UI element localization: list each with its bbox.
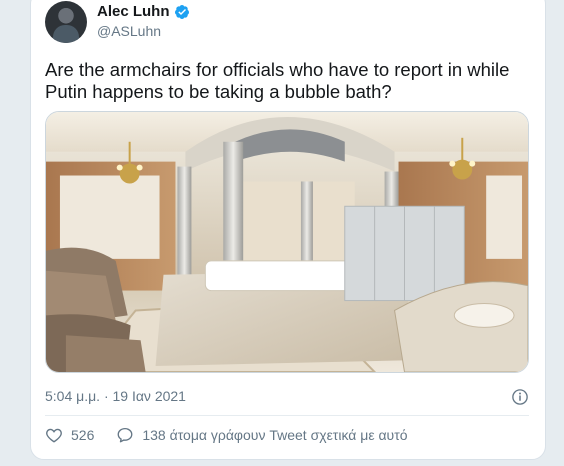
heart-icon <box>46 428 62 443</box>
verified-badge-icon <box>174 4 189 19</box>
tweet-image[interactable] <box>45 111 529 373</box>
tweet-timestamp[interactable]: 5:04 μ.μ. · 19 Ιαν 2021 <box>45 388 186 404</box>
tweet-text: Are the armchairs for officials who have… <box>45 59 510 102</box>
author-handle[interactable]: @ASLuhn <box>97 23 161 39</box>
conversation-label: 138 άτομα γράφουν Tweet σχετικά με αυτό <box>142 427 408 443</box>
author-name-row[interactable]: Alec Luhn <box>97 3 190 20</box>
tweet-header: Alec Luhn @ASLuhn <box>45 1 525 51</box>
conversation-button[interactable]: 138 άτομα γράφουν Tweet σχετικά με αυτό <box>116 426 408 444</box>
author-avatar[interactable] <box>45 1 87 43</box>
tweet-card: Alec Luhn @ASLuhn Are the armchairs for … <box>30 0 546 460</box>
like-count: 526 <box>71 427 95 443</box>
info-icon[interactable] <box>511 388 529 406</box>
speech-bubble-icon <box>117 427 133 443</box>
bathroom-photo <box>46 112 528 372</box>
divider <box>45 415 529 416</box>
author-display-name[interactable]: Alec Luhn <box>97 3 170 20</box>
like-button[interactable]: 526 <box>45 426 94 444</box>
tweet-timestamp-row: 5:04 μ.μ. · 19 Ιαν 2021 <box>45 388 529 408</box>
tweet-actions: 526 138 άτομα γράφουν Tweet σχετικά με α… <box>45 424 529 446</box>
